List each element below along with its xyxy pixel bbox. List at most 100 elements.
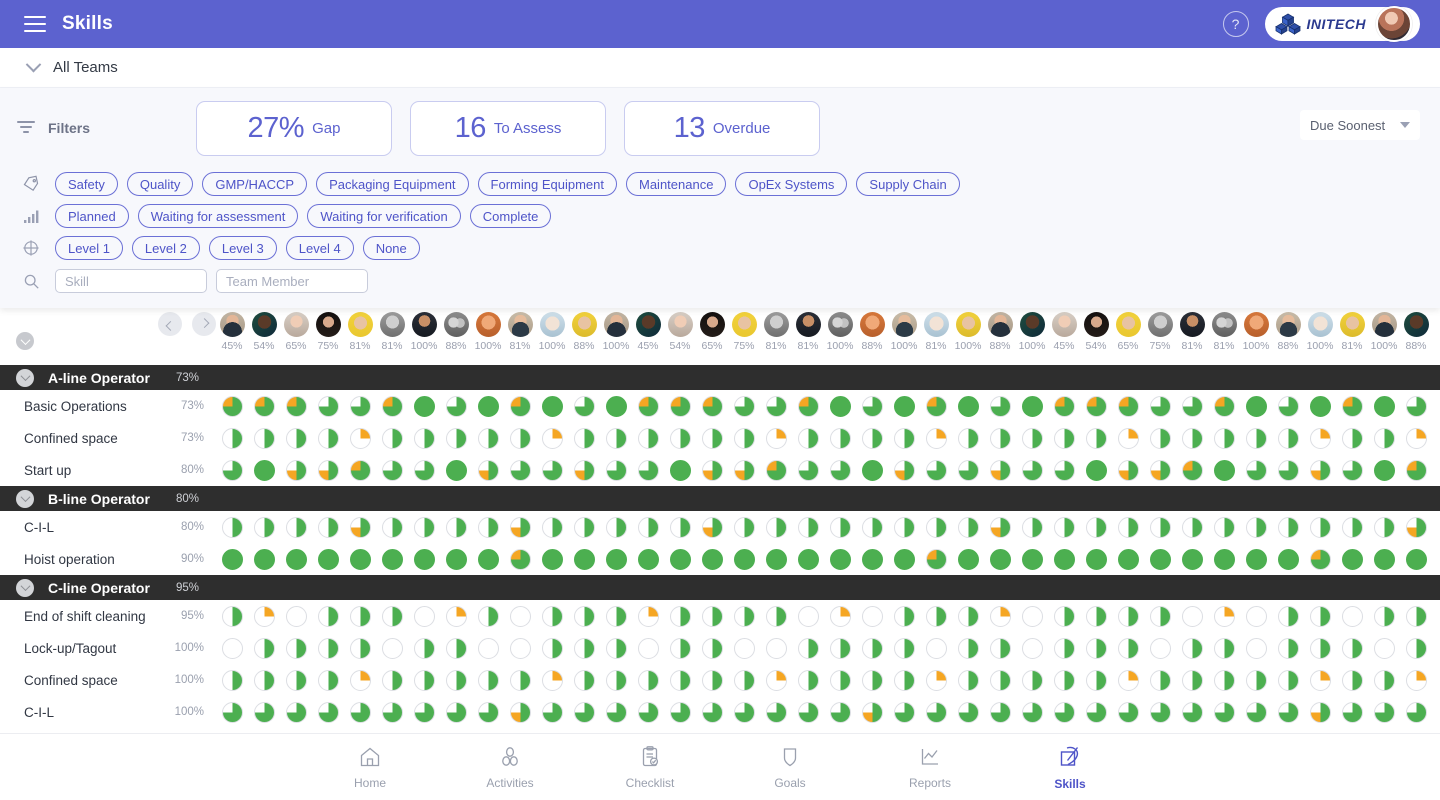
skill-cell[interactable] xyxy=(1208,701,1240,723)
skill-cell[interactable] xyxy=(312,548,344,570)
member-avatar[interactable]: 75% xyxy=(728,312,760,352)
skill-cell[interactable] xyxy=(1336,516,1368,538)
skill-cell[interactable] xyxy=(696,701,728,723)
collapse-all-icon[interactable] xyxy=(16,332,34,350)
skill-cell[interactable] xyxy=(472,637,504,659)
chip-level-2[interactable]: Level 2 xyxy=(131,236,200,260)
skill-cell[interactable] xyxy=(568,459,600,481)
skill-cell[interactable] xyxy=(760,548,792,570)
skill-cell[interactable] xyxy=(664,637,696,659)
skill-cell[interactable] xyxy=(632,459,664,481)
member-avatar[interactable]: 81% xyxy=(1208,312,1240,352)
skill-cell[interactable] xyxy=(664,669,696,691)
skill-cell[interactable] xyxy=(248,669,280,691)
skill-cell[interactable] xyxy=(1016,669,1048,691)
skill-cell[interactable] xyxy=(1400,669,1432,691)
skill-cell[interactable] xyxy=(504,427,536,449)
skill-cell[interactable] xyxy=(696,516,728,538)
skill-cell[interactable] xyxy=(1016,605,1048,627)
group-row[interactable]: B-line Operator 80% xyxy=(0,486,1440,511)
skill-cell[interactable] xyxy=(1144,516,1176,538)
skill-cell[interactable] xyxy=(856,637,888,659)
skill-cell[interactable] xyxy=(1176,516,1208,538)
skill-cell[interactable] xyxy=(1080,637,1112,659)
skill-cell[interactable] xyxy=(984,605,1016,627)
chevron-left-icon[interactable] xyxy=(158,312,182,336)
member-avatar[interactable]: 100% xyxy=(536,312,568,352)
skill-cell[interactable] xyxy=(984,548,1016,570)
skill-cell[interactable] xyxy=(1144,459,1176,481)
skill-cell[interactable] xyxy=(888,701,920,723)
skill-cell[interactable] xyxy=(344,669,376,691)
skill-cell[interactable] xyxy=(376,516,408,538)
skill-cell[interactable] xyxy=(792,548,824,570)
skill-cell[interactable] xyxy=(472,548,504,570)
skill-cell[interactable] xyxy=(1176,605,1208,627)
skill-cell[interactable] xyxy=(952,395,984,417)
skill-cell[interactable] xyxy=(536,548,568,570)
member-avatar[interactable]: 100% xyxy=(888,312,920,352)
skill-cell[interactable] xyxy=(920,548,952,570)
skill-cell[interactable] xyxy=(216,669,248,691)
skill-cell[interactable] xyxy=(1016,701,1048,723)
skill-cell[interactable] xyxy=(216,701,248,723)
skill-cell[interactable] xyxy=(632,637,664,659)
skill-cell[interactable] xyxy=(568,516,600,538)
member-avatar[interactable]: 65% xyxy=(280,312,312,352)
skill-cell[interactable] xyxy=(1016,427,1048,449)
member-avatar[interactable]: 45% xyxy=(1048,312,1080,352)
skill-cell[interactable] xyxy=(568,669,600,691)
skill-cell[interactable] xyxy=(760,459,792,481)
skill-cell[interactable] xyxy=(248,516,280,538)
skill-cell[interactable] xyxy=(824,548,856,570)
skill-cell[interactable] xyxy=(568,701,600,723)
help-icon[interactable]: ? xyxy=(1222,11,1249,37)
skill-cell[interactable] xyxy=(1080,701,1112,723)
skill-cell[interactable] xyxy=(472,395,504,417)
skill-cell[interactable] xyxy=(280,516,312,538)
skill-cell[interactable] xyxy=(1304,548,1336,570)
skill-cell[interactable] xyxy=(1048,605,1080,627)
skill-cell[interactable] xyxy=(600,516,632,538)
skill-cell[interactable] xyxy=(1368,395,1400,417)
skill-cell[interactable] xyxy=(1368,459,1400,481)
skill-cell[interactable] xyxy=(728,427,760,449)
skill-cell[interactable] xyxy=(664,548,696,570)
skill-cell[interactable] xyxy=(1400,427,1432,449)
chip-level-4[interactable]: Level 4 xyxy=(285,236,354,260)
member-avatar[interactable]: 88% xyxy=(1400,312,1432,352)
skill-cell[interactable] xyxy=(1112,637,1144,659)
skill-cell[interactable] xyxy=(1144,427,1176,449)
skill-cell[interactable] xyxy=(1304,701,1336,723)
skill-cell[interactable] xyxy=(1112,669,1144,691)
skill-cell[interactable] xyxy=(472,669,504,691)
skill-cell[interactable] xyxy=(1208,548,1240,570)
skill-cell[interactable] xyxy=(1176,701,1208,723)
member-avatar[interactable]: 100% xyxy=(1240,312,1272,352)
skill-cell[interactable] xyxy=(1240,701,1272,723)
skill-cell[interactable] xyxy=(1368,605,1400,627)
skill-cell[interactable] xyxy=(408,516,440,538)
skill-cell[interactable] xyxy=(888,669,920,691)
skill-cell[interactable] xyxy=(1368,637,1400,659)
chip-opex-systems[interactable]: OpEx Systems xyxy=(735,172,848,196)
member-avatar[interactable]: 65% xyxy=(696,312,728,352)
member-avatar[interactable]: 88% xyxy=(568,312,600,352)
skill-cell[interactable] xyxy=(568,427,600,449)
skill-cell[interactable] xyxy=(1144,605,1176,627)
skill-cell[interactable] xyxy=(376,427,408,449)
nav-item-reports[interactable]: Reports xyxy=(860,745,1000,790)
skill-cell[interactable] xyxy=(472,701,504,723)
skill-cell[interactable] xyxy=(888,516,920,538)
nav-item-checklist[interactable]: Checklist xyxy=(580,745,720,790)
nav-item-goals[interactable]: Goals xyxy=(720,745,860,790)
skill-cell[interactable] xyxy=(1016,637,1048,659)
chip-waiting-for-verification[interactable]: Waiting for verification xyxy=(307,204,461,228)
chip-level-1[interactable]: Level 1 xyxy=(55,236,123,260)
skill-cell[interactable] xyxy=(760,669,792,691)
skill-cell[interactable] xyxy=(920,605,952,627)
skill-cell[interactable] xyxy=(1208,459,1240,481)
skill-cell[interactable] xyxy=(440,637,472,659)
skill-cell[interactable] xyxy=(984,637,1016,659)
skill-cell[interactable] xyxy=(920,669,952,691)
